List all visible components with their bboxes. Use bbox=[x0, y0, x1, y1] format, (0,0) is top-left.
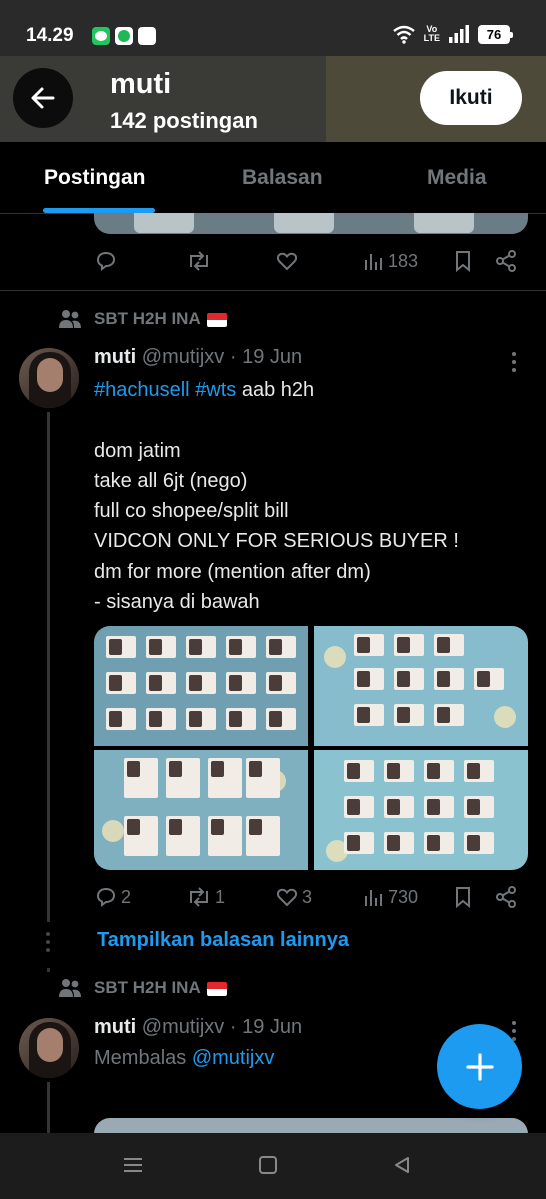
profile-header: muti 142 postingan Ikuti bbox=[0, 56, 546, 142]
bookmark-button[interactable] bbox=[452, 249, 474, 273]
compose-plus-icon bbox=[465, 1052, 494, 1081]
mention-link[interactable]: @mutijxv bbox=[192, 1047, 275, 1069]
like-icon bbox=[276, 252, 298, 271]
reply-button[interactable] bbox=[94, 249, 118, 273]
notification-app-icon bbox=[138, 27, 156, 45]
repost-icon bbox=[190, 887, 208, 907]
wifi-icon bbox=[392, 25, 415, 44]
menu-lines-icon bbox=[124, 1158, 142, 1172]
bookmark-icon bbox=[456, 251, 470, 273]
repost-button[interactable]: 1 bbox=[186, 885, 225, 909]
media-image[interactable] bbox=[94, 750, 308, 870]
back-button[interactable] bbox=[13, 68, 73, 128]
author-name[interactable]: muti bbox=[94, 1016, 136, 1038]
community-icon bbox=[59, 979, 81, 997]
reply-button[interactable]: 2 bbox=[94, 885, 131, 909]
like-icon bbox=[276, 888, 298, 907]
views-button[interactable]: 183 bbox=[363, 250, 418, 272]
reply-icon bbox=[96, 887, 116, 907]
reply-icon bbox=[96, 251, 116, 271]
author-handle-date: @mutijxv · 19 Jun bbox=[141, 1016, 303, 1038]
views-button[interactable]: 730 bbox=[363, 886, 418, 908]
share-button[interactable] bbox=[494, 885, 518, 909]
tab-balasan[interactable]: Balasan bbox=[242, 166, 323, 190]
repost-icon bbox=[190, 251, 208, 271]
prev-post-actions: 183 bbox=[94, 246, 524, 276]
repost-by: SBT H2H INA bbox=[94, 309, 201, 328]
profile-name: muti bbox=[110, 68, 172, 100]
post-divider bbox=[0, 290, 546, 291]
profile-tabs: Postingan Balasan Media bbox=[0, 142, 546, 214]
indonesia-flag-icon bbox=[206, 312, 227, 327]
media-image[interactable] bbox=[94, 626, 308, 746]
status-bar: 14.29 Vo LTE 76 bbox=[0, 0, 546, 60]
more-options-icon[interactable] bbox=[512, 352, 516, 376]
views-icon bbox=[365, 890, 382, 906]
back-triangle-icon bbox=[395, 1157, 409, 1173]
show-more-replies-link[interactable]: Tampilkan balasan lainnya bbox=[97, 929, 349, 952]
share-icon bbox=[496, 250, 516, 272]
post-media[interactable] bbox=[94, 1118, 528, 1134]
home-button[interactable] bbox=[258, 1155, 278, 1180]
hashtag[interactable]: #wts bbox=[195, 379, 236, 401]
post-text: #hachusell #wts aab h2h dom jatim take a… bbox=[94, 379, 459, 614]
volte-indicator: Vo LTE bbox=[423, 24, 440, 43]
indonesia-flag-icon bbox=[206, 981, 227, 996]
back-arrow-icon bbox=[31, 87, 55, 109]
thread-line bbox=[47, 1082, 50, 1133]
back-nav-button[interactable] bbox=[392, 1155, 412, 1180]
bookmark-icon bbox=[456, 887, 470, 909]
post-actions: 2 1 3 730 bbox=[94, 882, 524, 912]
reply-context: Membalas @mutijxv bbox=[94, 1047, 275, 1069]
reply-count: 2 bbox=[121, 886, 132, 907]
avatar[interactable] bbox=[19, 1018, 79, 1078]
author-handle-date: @mutijxv · 19 Jun bbox=[141, 346, 303, 368]
bookmark-button[interactable] bbox=[452, 885, 474, 909]
home-square-icon bbox=[259, 1156, 277, 1174]
share-icon bbox=[496, 886, 516, 908]
post-meta: muti @mutijxv · 19 Jun bbox=[94, 1016, 302, 1039]
author-name[interactable]: muti bbox=[94, 346, 136, 368]
repost-context[interactable]: SBT H2H INA bbox=[58, 977, 227, 999]
like-button[interactable] bbox=[275, 249, 299, 273]
views-icon bbox=[365, 254, 382, 270]
post-count: 142 postingan bbox=[110, 108, 258, 133]
media-image[interactable] bbox=[314, 750, 528, 870]
compose-button[interactable] bbox=[437, 1024, 522, 1109]
prev-post-media[interactable] bbox=[94, 213, 528, 234]
hashtag[interactable]: #hachusell bbox=[94, 379, 190, 401]
media-image[interactable] bbox=[314, 626, 528, 746]
repost-button[interactable] bbox=[186, 249, 212, 273]
system-nav-bar bbox=[0, 1133, 546, 1199]
thread-dots bbox=[46, 932, 50, 956]
follow-button[interactable]: Ikuti bbox=[420, 71, 522, 125]
status-time: 14.29 bbox=[26, 25, 74, 46]
share-button[interactable] bbox=[494, 249, 518, 273]
line-app-icon bbox=[92, 27, 110, 45]
repost-by: SBT H2H INA bbox=[94, 978, 201, 997]
repost-count: 1 bbox=[215, 886, 226, 907]
spotify-app-icon bbox=[115, 27, 133, 45]
like-button[interactable]: 3 bbox=[275, 885, 312, 909]
post-media-gallery bbox=[94, 626, 528, 870]
view-count: 730 bbox=[388, 886, 419, 907]
repost-context[interactable]: SBT H2H INA bbox=[58, 308, 227, 330]
recents-button[interactable] bbox=[122, 1155, 144, 1180]
view-count: 183 bbox=[388, 250, 419, 271]
tab-media[interactable]: Media bbox=[427, 166, 487, 190]
avatar[interactable] bbox=[19, 348, 79, 408]
tab-postingan[interactable]: Postingan bbox=[44, 166, 146, 190]
community-icon bbox=[59, 310, 81, 328]
signal-icon bbox=[449, 25, 469, 43]
thread-line bbox=[47, 412, 50, 922]
like-count: 3 bbox=[302, 886, 313, 907]
battery-indicator: 76 bbox=[478, 24, 513, 44]
post-meta: muti @mutijxv · 19 Jun bbox=[94, 346, 302, 369]
